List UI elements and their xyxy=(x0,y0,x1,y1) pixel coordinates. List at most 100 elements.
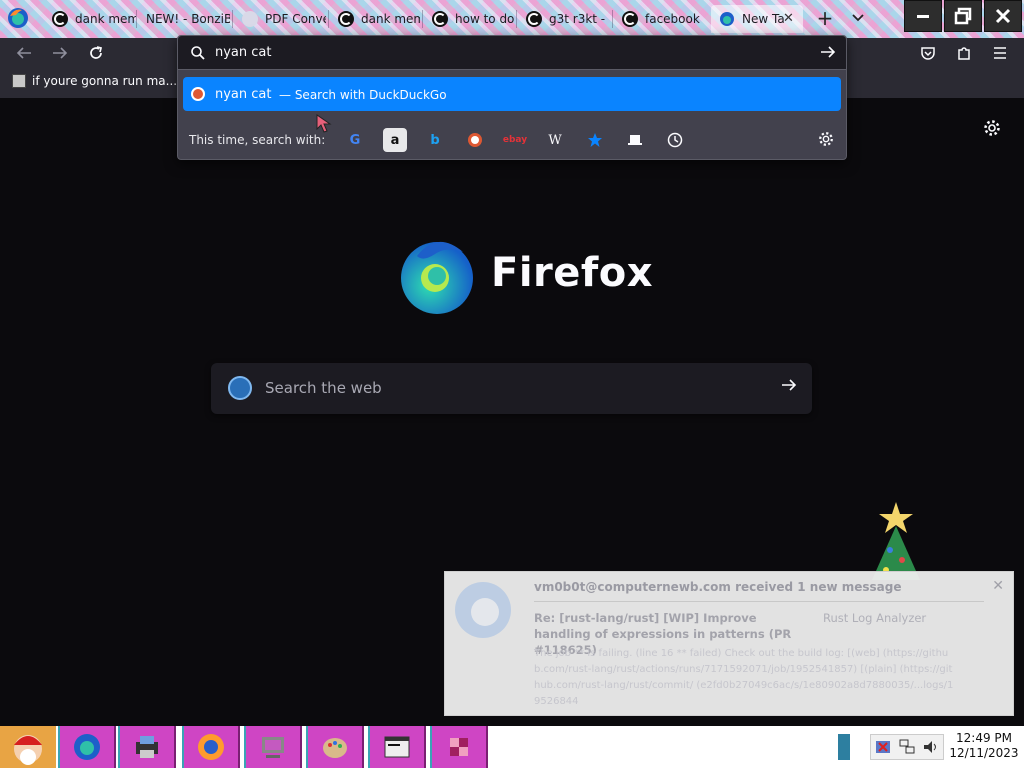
search-suggestion-row[interactable]: nyan cat — Search with DuckDuckGo xyxy=(183,77,841,111)
duckduckgo-icon[interactable] xyxy=(463,128,487,152)
mail-notification[interactable]: vm0b0t@computernewb.com received 1 new m… xyxy=(444,571,1014,716)
new-tab-button[interactable]: + xyxy=(814,6,836,30)
taskbar-printer-button[interactable] xyxy=(118,726,176,768)
tabs-icon[interactable] xyxy=(623,128,647,152)
app-menu-button[interactable] xyxy=(989,42,1011,64)
checkered-icon xyxy=(450,738,468,756)
taskbar-firefox-button[interactable] xyxy=(58,726,116,768)
bookmark-favicon-icon xyxy=(12,74,26,88)
system-tray: 12:49 PM 12/11/2023 xyxy=(832,726,1024,768)
santa-icon xyxy=(14,735,42,765)
google-icon xyxy=(52,11,68,27)
taskbar-paint-button[interactable] xyxy=(306,726,364,768)
back-arrow-icon xyxy=(16,47,31,59)
firefox-view-icon[interactable] xyxy=(6,6,30,30)
search-placeholder: Search the web xyxy=(265,379,382,397)
restore-button[interactable] xyxy=(944,0,982,32)
gear-icon xyxy=(819,132,833,146)
urlbar-value: nyan cat xyxy=(215,45,272,60)
taskbar-computer-button[interactable] xyxy=(244,726,302,768)
tab-title: g3t r3kt - xyxy=(549,12,606,26)
close-tab-icon[interactable]: ✕ xyxy=(783,11,794,26)
tab-title: dank mem xyxy=(75,12,136,26)
taskbar-terminal-button[interactable] xyxy=(368,726,426,768)
tab-separator xyxy=(422,10,423,28)
amazon-icon[interactable]: a xyxy=(383,128,407,152)
history-icon[interactable] xyxy=(663,128,687,152)
clock-date: 12/11/2023 xyxy=(949,746,1019,760)
google-icon xyxy=(338,11,354,27)
mouse-cursor-icon xyxy=(316,114,332,133)
extensions-button[interactable] xyxy=(953,42,975,64)
search-engine-icon xyxy=(228,376,252,400)
urlbar-dropdown: nyan cat nyan cat — Search with DuckDuck… xyxy=(177,35,847,160)
forward-button[interactable] xyxy=(49,42,71,64)
search-settings-button[interactable] xyxy=(818,131,834,151)
back-button[interactable] xyxy=(13,42,35,64)
discord-icon xyxy=(242,11,258,27)
web-search-box[interactable]: Search the web xyxy=(211,363,812,414)
ebay-icon[interactable]: ebay xyxy=(503,128,527,152)
browser-icon xyxy=(198,734,224,760)
printer-icon xyxy=(136,736,158,758)
reload-button[interactable] xyxy=(85,42,107,64)
taskbar-app-button[interactable] xyxy=(430,726,488,768)
tab-title: facebook xyxy=(645,12,700,26)
tab-title: how to do xyxy=(455,12,514,26)
tab-title: PDF Conve xyxy=(265,12,326,26)
chevron-down-icon xyxy=(852,14,864,22)
tab-strip: dank mem NEW! - BonziB PDF Conve dank me… xyxy=(0,0,1024,38)
pocket-button[interactable] xyxy=(917,42,939,64)
firefox-icon xyxy=(74,734,100,760)
notification-sender: Rust Log Analyzer xyxy=(823,611,927,625)
paint-palette-icon xyxy=(323,738,347,758)
google-icon xyxy=(622,11,638,27)
bookmark-label: if youre gonna run ma... xyxy=(32,74,178,88)
notification-header: vm0b0t@computernewb.com received 1 new m… xyxy=(534,580,902,594)
google-icon[interactable]: G xyxy=(343,128,367,152)
taskbar: 12:49 PM 12/11/2023 xyxy=(0,726,1024,768)
tab-bonzi[interactable]: NEW! - BonziB xyxy=(138,5,230,33)
firefox-icon xyxy=(720,12,734,26)
tab-dank-memes-1[interactable]: dank mem xyxy=(44,5,136,33)
command-prompt-icon xyxy=(384,736,410,758)
start-button[interactable] xyxy=(0,726,56,768)
bookmark-item[interactable]: if youre gonna run ma... xyxy=(12,74,177,88)
show-desktop-icon[interactable] xyxy=(832,732,852,762)
taskbar-chrome-button[interactable] xyxy=(182,726,240,768)
thunderbird-icon xyxy=(455,582,511,638)
close-notification-icon[interactable]: ✕ xyxy=(992,578,1004,594)
list-all-tabs-button[interactable] xyxy=(848,6,868,30)
tab-facebook[interactable]: facebook xyxy=(614,5,708,33)
bing-icon[interactable]: b xyxy=(423,128,447,152)
one-off-search-label: This time, search with: xyxy=(189,133,326,147)
tab-pdf-converter[interactable]: PDF Conve xyxy=(234,5,326,33)
tab-separator xyxy=(516,10,517,28)
duckduckgo-icon xyxy=(191,87,205,101)
close-window-button[interactable] xyxy=(984,0,1022,32)
hamburger-menu-icon xyxy=(994,47,1006,59)
notification-area xyxy=(870,734,944,760)
go-arrow-icon[interactable] xyxy=(820,44,836,63)
search-submit-arrow-icon[interactable] xyxy=(781,377,797,397)
suggestion-term: nyan cat xyxy=(215,87,272,102)
bookmarks-icon[interactable] xyxy=(583,128,607,152)
suggestion-action: — Search with DuckDuckGo xyxy=(279,88,447,102)
notification-body: The job ** is failing. (line 16 ** faile… xyxy=(534,648,954,707)
minimize-icon xyxy=(917,15,929,18)
personalize-settings-button[interactable] xyxy=(983,119,1001,142)
tab-dank-memes-2[interactable]: dank mem xyxy=(330,5,420,33)
volume-icon[interactable] xyxy=(922,738,940,756)
pocket-icon xyxy=(921,47,935,60)
tab-get-rekt[interactable]: g3t r3kt - xyxy=(518,5,610,33)
system-clock[interactable]: 12:49 PM 12/11/2023 xyxy=(948,731,1020,761)
wikipedia-icon[interactable]: W xyxy=(543,128,567,152)
minimize-button[interactable] xyxy=(904,0,942,32)
tab-how-to-do[interactable]: how to do xyxy=(424,5,514,33)
urlbar-input[interactable]: nyan cat xyxy=(178,36,846,70)
tab-title: dank mem xyxy=(361,12,420,26)
safely-remove-icon[interactable] xyxy=(874,738,892,756)
network-icon[interactable] xyxy=(898,738,916,756)
computer-icon xyxy=(262,737,284,758)
google-icon xyxy=(526,11,542,27)
